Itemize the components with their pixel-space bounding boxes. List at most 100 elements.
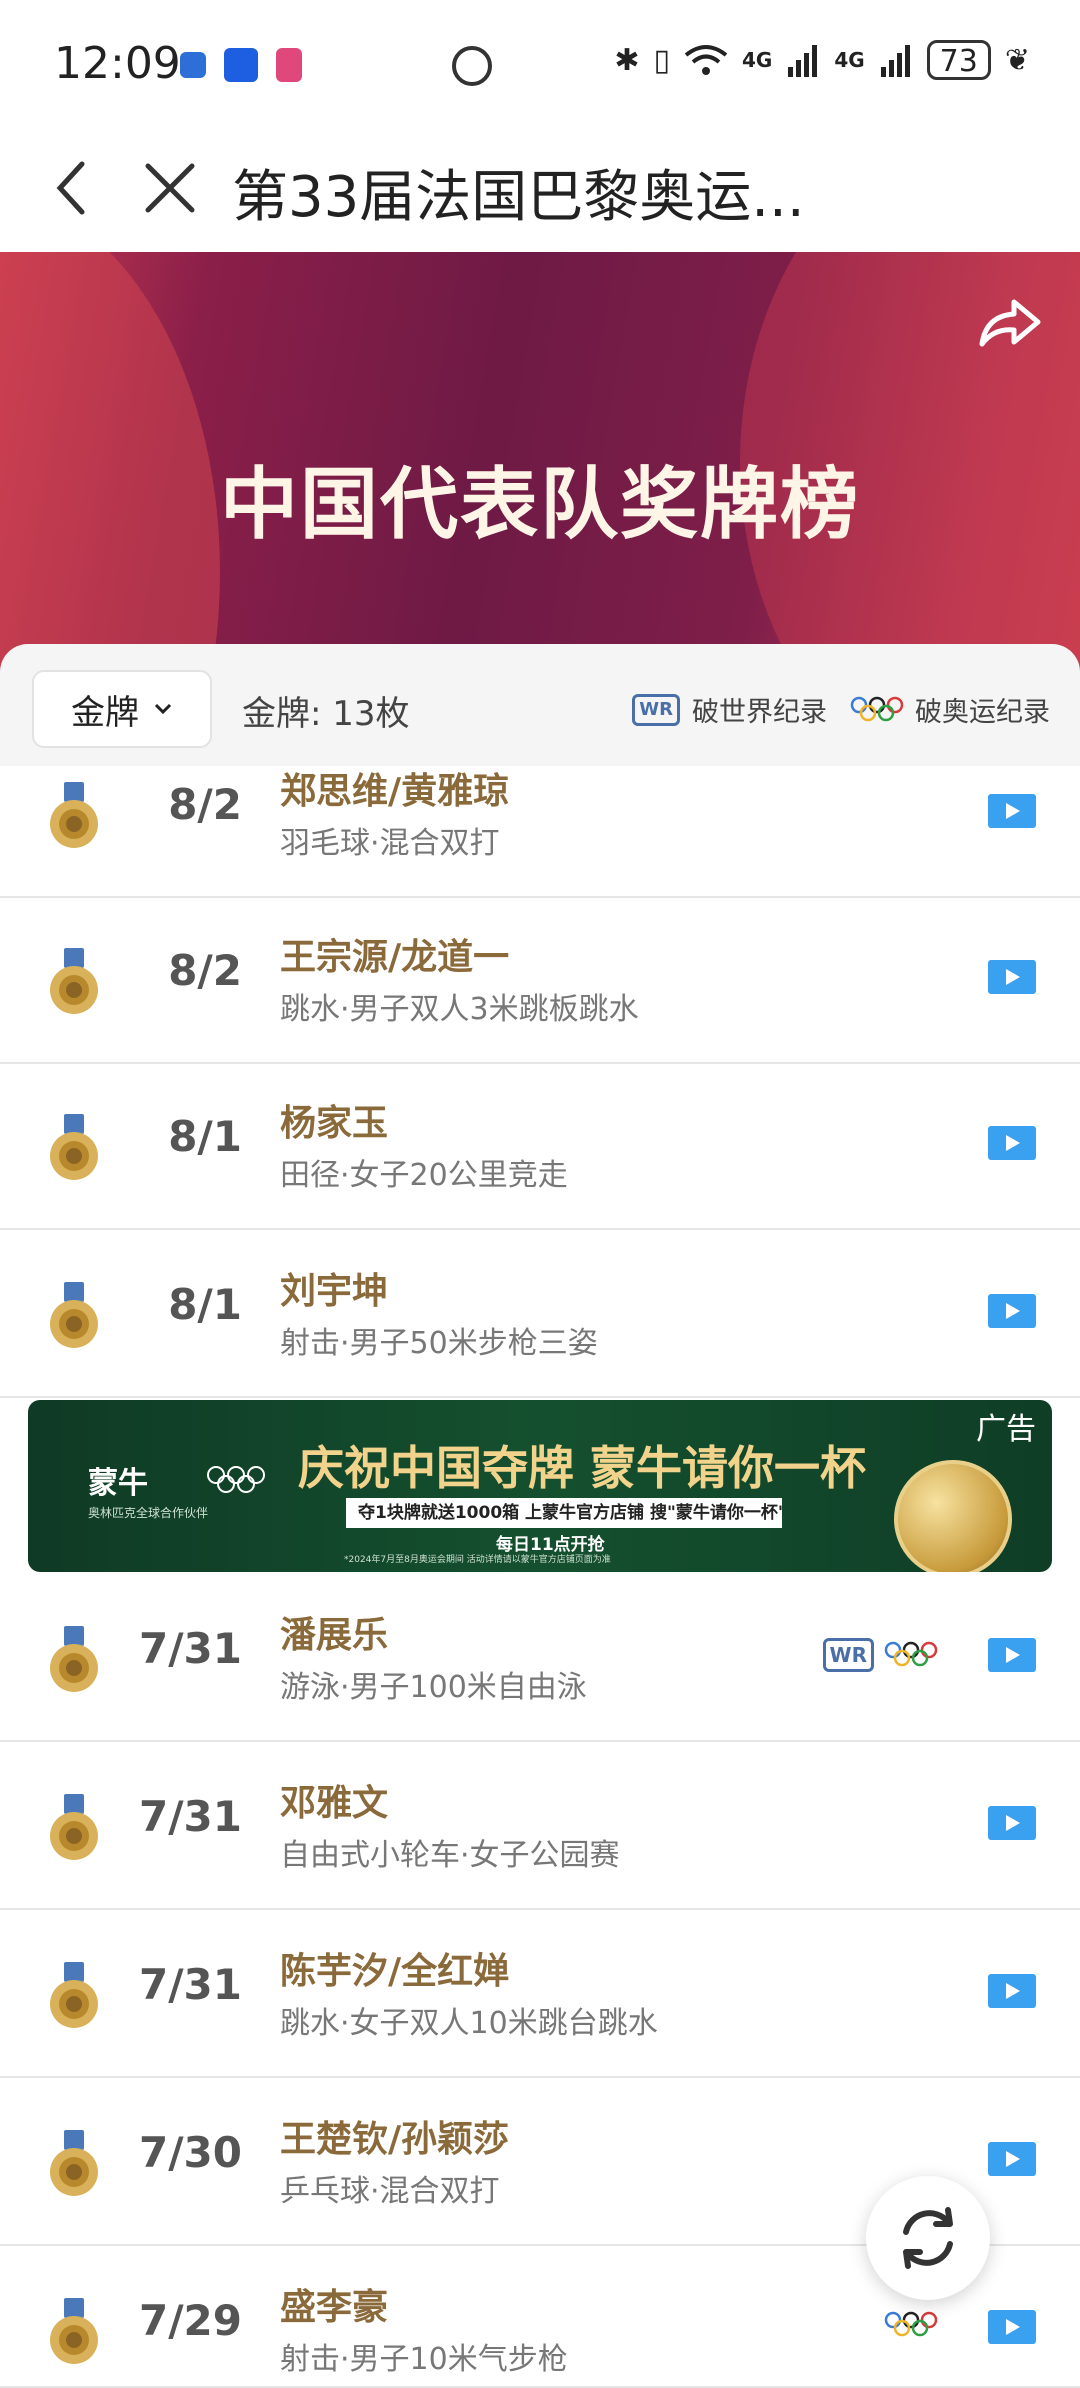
world-record-icon: WR xyxy=(632,693,680,726)
ad-gold-coin-image xyxy=(894,1460,1012,1572)
medal-row[interactable]: 7/31 陈芋汐/全红婵跳水·女子双人10米跳台跳水 xyxy=(0,1912,1080,2078)
event-name: 羽毛球·混合双打 xyxy=(280,826,500,861)
medal-row[interactable]: 7/31 潘展乐游泳·男子100米自由泳 WR xyxy=(0,1576,1080,1742)
medal-date: 8/2 xyxy=(168,780,242,829)
signal-icon xyxy=(880,45,910,77)
banner-title: 中国代表队奖牌榜 xyxy=(219,460,860,550)
athlete-name: 郑思维/黄雅琼 xyxy=(280,771,510,812)
play-icon[interactable] xyxy=(988,2142,1036,2176)
data-saver-icon xyxy=(452,46,492,86)
leaf-icon: ❦ xyxy=(1004,42,1030,78)
page-title: 第33届法国巴黎奥运... xyxy=(232,165,805,230)
ad-banner[interactable]: 蒙牛 奥林匹克全球合作伙伴 庆祝中国夺牌 蒙牛请你一杯 夺1块牌就送1000箱 … xyxy=(28,1400,1052,1572)
vibrate-icon: ▯ xyxy=(653,42,670,78)
athlete-name: 陈芋汐/全红婵 xyxy=(280,1951,510,1992)
legend-olympic-record: 破奥运纪录 xyxy=(915,697,1050,728)
event-name: 乒乓球·混合双打 xyxy=(280,2174,500,2209)
gold-medal-icon xyxy=(50,948,98,1014)
event-name: 跳水·男子双人3米跳板跳水 xyxy=(280,992,639,1027)
gold-medal-icon xyxy=(50,1962,98,2028)
status-time: 12:09 xyxy=(54,38,181,89)
app-notification-icon xyxy=(180,52,206,78)
play-icon[interactable] xyxy=(988,794,1036,828)
ad-fine-print: *2024年7月至8月奥运会期间 活动详情请以蒙牛官方店铺页面为准 xyxy=(344,1555,611,1565)
ad-headline: 庆祝中国夺牌 蒙牛请你一杯 xyxy=(298,1441,867,1495)
athlete-name: 刘宇坤 xyxy=(280,1271,389,1312)
app-notification-icon xyxy=(276,48,302,82)
medal-date: 7/31 xyxy=(138,1792,242,1841)
filter-bar: 金牌 金牌: 13枚 WR 破世界纪录 破奥运纪录 xyxy=(0,644,1080,766)
refresh-button[interactable] xyxy=(866,2176,990,2300)
ad-promo: 夺1块牌就送1000箱 上蒙牛官方店铺 搜"蒙牛请你一杯" xyxy=(346,1498,782,1528)
athlete-name: 盛李豪 xyxy=(280,2287,389,2328)
event-name: 射击·男子10米气步枪 xyxy=(280,2342,568,2377)
close-icon[interactable] xyxy=(140,158,200,218)
event-name: 田径·女子20公里竞走 xyxy=(280,1158,568,1193)
medal-row[interactable]: 8/2 郑思维/黄雅琼羽毛球·混合双打 xyxy=(0,766,1080,898)
event-name: 跳水·女子双人10米跳台跳水 xyxy=(280,2006,658,2041)
chevron-down-icon xyxy=(154,703,172,715)
play-icon[interactable] xyxy=(988,1294,1036,1328)
legend-world-record: 破世界纪录 xyxy=(692,697,827,728)
medal-date: 8/2 xyxy=(168,946,242,995)
record-badges: WR xyxy=(822,1638,940,1672)
event-name: 射击·男子50米步枪三姿 xyxy=(280,1326,598,1361)
medal-date: 8/1 xyxy=(168,1112,242,1161)
status-bar: 12:09 ✱ ▯ 4G 4G 73 ❦ xyxy=(0,0,1080,130)
ad-brand-sub: 奥林匹克全球合作伙伴 xyxy=(88,1506,209,1520)
athlete-name: 邓雅文 xyxy=(280,1783,389,1824)
wifi-icon xyxy=(684,45,728,75)
athlete-name: 王宗源/龙道一 xyxy=(280,937,510,978)
medal-date: 8/1 xyxy=(168,1280,242,1329)
play-icon[interactable] xyxy=(988,1806,1036,1840)
gold-medal-icon xyxy=(50,1114,98,1180)
gold-medal-icon xyxy=(50,2130,98,2196)
ad-brand-logo: 蒙牛 xyxy=(88,1466,148,1501)
medal-date: 7/31 xyxy=(138,1960,242,2009)
play-icon[interactable] xyxy=(988,2310,1036,2344)
network-4g-icon: 4G xyxy=(834,48,865,72)
play-icon[interactable] xyxy=(988,1638,1036,1672)
play-icon[interactable] xyxy=(988,1126,1036,1160)
olympic-rings-icon xyxy=(884,1641,938,1667)
refresh-icon xyxy=(903,2207,953,2269)
gold-count: 金牌: 13枚 xyxy=(242,694,410,734)
app-notification-icon xyxy=(224,48,258,82)
gold-medal-icon xyxy=(50,2298,98,2364)
network-4g-icon: 4G xyxy=(741,48,773,72)
play-icon[interactable] xyxy=(988,960,1036,994)
medal-date: 7/29 xyxy=(138,2296,242,2345)
chevron-left-icon[interactable] xyxy=(48,158,98,218)
gold-medal-icon xyxy=(50,1794,98,1860)
olympic-rings-icon xyxy=(850,696,904,721)
medal-row[interactable]: 8/1 刘宇坤射击·男子50米步枪三姿 xyxy=(0,1232,1080,1398)
signal-icon xyxy=(788,45,818,77)
medal-type-dropdown[interactable]: 金牌 xyxy=(32,670,212,748)
status-app-icons xyxy=(180,48,302,82)
share-icon[interactable] xyxy=(974,292,1044,352)
gold-medal-icon xyxy=(50,1282,98,1348)
status-indicators: ✱ ▯ 4G 4G 73 ❦ xyxy=(614,40,1030,80)
medal-row[interactable]: 8/2 王宗源/龙道一跳水·男子双人3米跳板跳水 xyxy=(0,898,1080,1064)
record-badges xyxy=(882,2310,940,2340)
world-record-icon: WR xyxy=(822,1638,874,1672)
records-legend: WR 破世界纪录 破奥运纪录 xyxy=(632,690,1050,729)
banner: 中国代表队奖牌榜 xyxy=(0,252,1080,672)
athlete-name: 杨家玉 xyxy=(280,1103,389,1144)
event-name: 游泳·男子100米自由泳 xyxy=(280,1670,587,1705)
athlete-name: 王楚钦/孙颖莎 xyxy=(280,2119,510,2160)
bluetooth-icon: ✱ xyxy=(614,42,640,78)
gold-medal-icon xyxy=(50,782,98,848)
medal-row[interactable]: 7/31 邓雅文 自由式小轮车·女子公园赛 xyxy=(0,1744,1080,1910)
battery-icon: 73 xyxy=(926,40,991,80)
athlete-name: 潘展乐 xyxy=(280,1615,389,1656)
medal-row[interactable]: 8/1 杨家玉田径·女子20公里竞走 xyxy=(0,1064,1080,1230)
gold-medal-icon xyxy=(50,1626,98,1692)
medal-date: 7/31 xyxy=(138,1624,242,1673)
play-icon[interactable] xyxy=(988,1974,1036,2008)
medal-date: 7/30 xyxy=(138,2128,242,2177)
olympic-rings-icon xyxy=(884,2311,938,2337)
dropdown-label: 金牌 xyxy=(71,692,139,733)
olympic-rings-icon xyxy=(207,1466,265,1493)
ad-tag: 广告 xyxy=(976,1412,1036,1447)
